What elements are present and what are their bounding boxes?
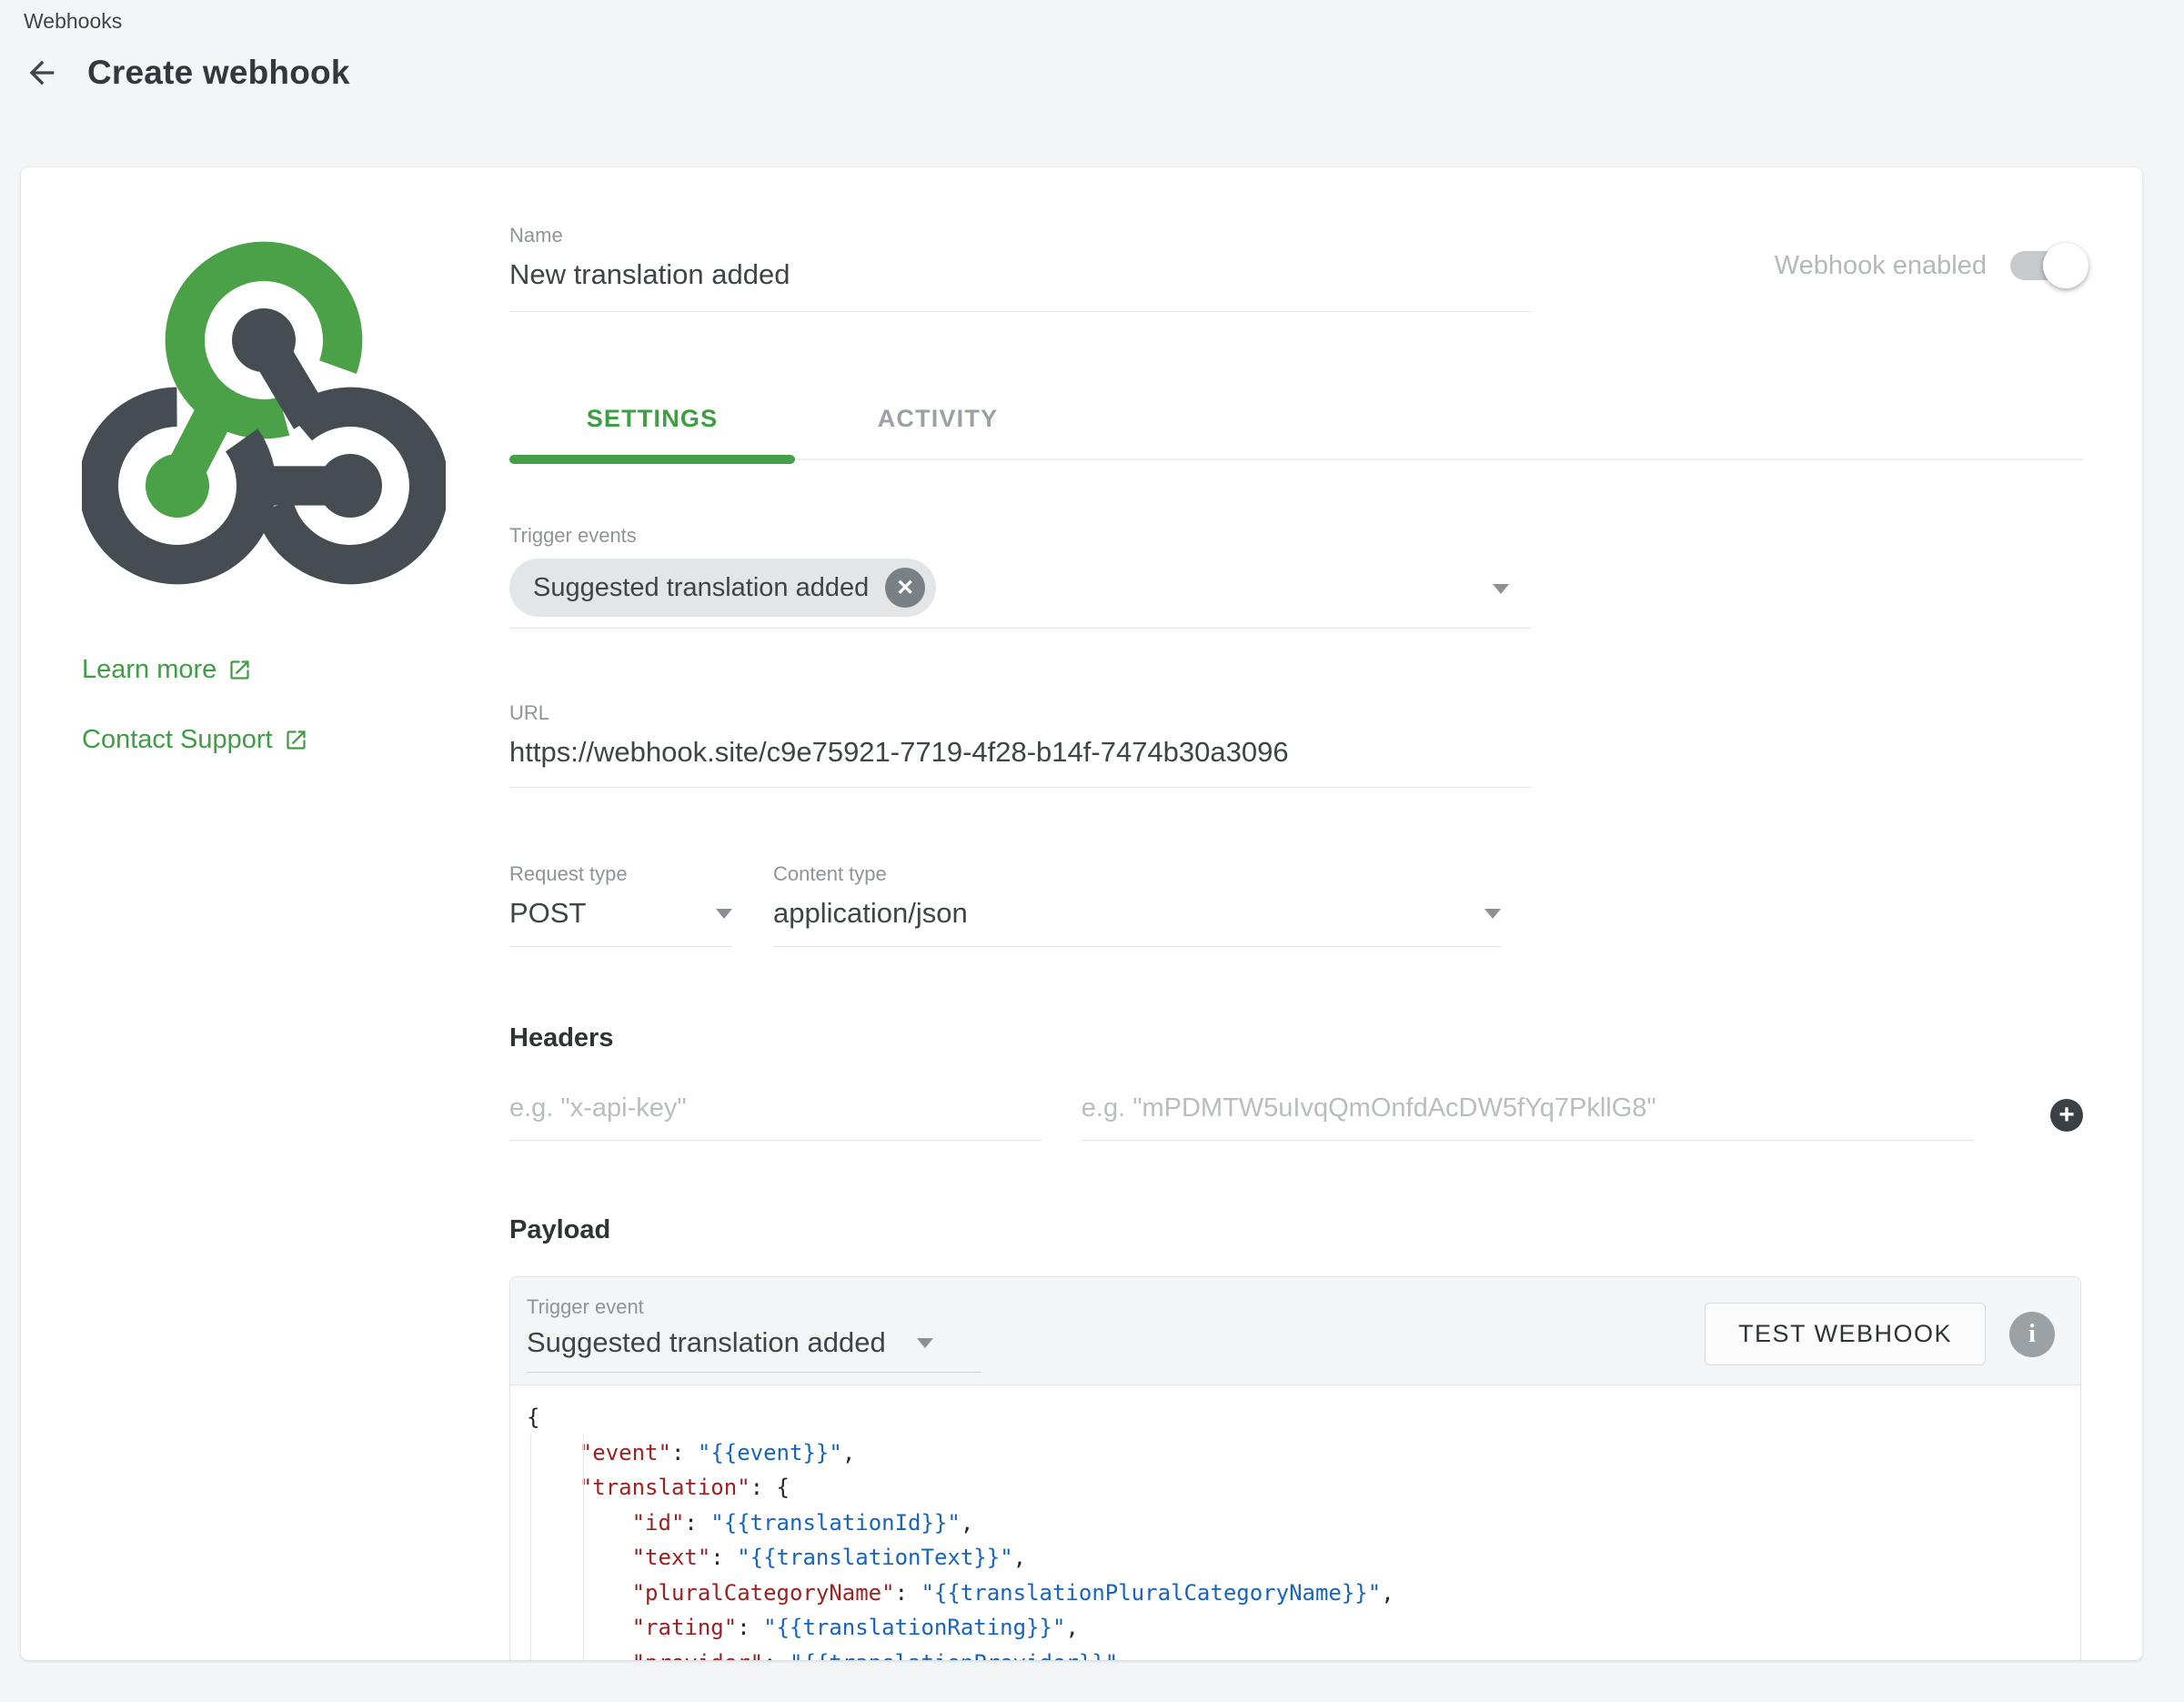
webhook-enabled-toggle[interactable]	[2010, 249, 2083, 282]
page-title: Create webhook	[87, 54, 350, 92]
payload-trigger-event-select[interactable]: Trigger event Suggested translation adde…	[527, 1295, 981, 1373]
url-label: URL	[509, 701, 1531, 725]
side-links: Learn more Contact Support	[82, 655, 457, 755]
indent-guide	[583, 1435, 584, 1660]
payload-section: Payload Trigger event Suggested translat…	[509, 1215, 2083, 1660]
header-key-input[interactable]	[509, 1093, 1042, 1141]
contact-support-label: Contact Support	[82, 725, 273, 755]
code-line: "event": "{{event}}",	[527, 1435, 2080, 1471]
back-button[interactable]	[22, 53, 62, 93]
name-input[interactable]	[509, 258, 1531, 312]
learn-more-link[interactable]: Learn more	[82, 655, 457, 685]
title-row: Create webhook	[22, 53, 350, 93]
webhook-logo	[82, 231, 446, 595]
code-line: "translation": {	[527, 1470, 2080, 1506]
code-line: {	[527, 1400, 2080, 1435]
chevron-down-icon	[1485, 909, 1501, 919]
url-input[interactable]	[509, 736, 1531, 788]
test-webhook-button[interactable]: TEST WEBHOOK	[1705, 1303, 1986, 1365]
webhook-enabled-label: Webhook enabled	[1775, 251, 1987, 281]
payload-trigger-event-value: Suggested translation added	[527, 1326, 886, 1359]
url-field: URL	[509, 701, 1531, 788]
trigger-events-select[interactable]: Suggested translation added ✕	[509, 559, 1531, 629]
create-webhook-card: Learn more Contact Support Name Webhook …	[21, 167, 2142, 1660]
name-label: Name	[509, 224, 1531, 247]
request-type-select[interactable]: Request type POST	[509, 862, 732, 947]
trigger-event-chip: Suggested translation added ✕	[509, 559, 936, 617]
left-column: Learn more Contact Support	[82, 231, 457, 755]
content-type-select[interactable]: Content type application/json	[773, 862, 1501, 947]
external-link-icon	[284, 728, 308, 752]
code-line: "rating": "{{translationRating}}",	[527, 1610, 2080, 1646]
toggle-thumb	[2043, 243, 2088, 288]
request-type-label: Request type	[509, 862, 732, 886]
payload-actions: TEST WEBHOOK i	[1705, 1303, 2055, 1365]
headers-section: Headers +	[509, 1023, 2083, 1141]
chip-remove-icon[interactable]: ✕	[885, 568, 925, 608]
chip-label: Suggested translation added	[533, 573, 869, 603]
tab-settings[interactable]: SETTINGS	[509, 405, 795, 458]
indent-guide	[530, 1435, 531, 1660]
payload-trigger-event-label: Trigger event	[527, 1295, 981, 1319]
trigger-events-label: Trigger events	[509, 524, 1531, 548]
code-line: "text": "{{translationText}}",	[527, 1540, 2080, 1576]
code-line: "provider": "{{translationProvider}}",	[527, 1646, 2080, 1661]
webhook-enabled-group: Webhook enabled	[1775, 249, 2083, 282]
code-line: "pluralCategoryName": "{{translationPlur…	[527, 1576, 2080, 1611]
breadcrumb[interactable]: Webhooks	[24, 9, 122, 34]
add-header-button[interactable]: +	[2050, 1099, 2083, 1132]
name-field: Name	[509, 224, 1531, 312]
tab-bar: SETTINGS ACTIVITY	[509, 405, 2083, 460]
back-arrow-icon	[24, 55, 60, 91]
payload-code[interactable]: { "event": "{{event}}", "translation": {…	[510, 1385, 2080, 1660]
trigger-events-field: Trigger events Suggested translation add…	[509, 524, 1531, 629]
name-row: Name Webhook enabled	[509, 224, 2083, 312]
headers-row: +	[509, 1093, 2083, 1141]
payload-header: Trigger event Suggested translation adde…	[510, 1277, 2080, 1385]
type-row: Request type POST Content type applicati…	[509, 862, 2083, 947]
code-line: "id": "{{translationId}}",	[527, 1506, 2080, 1541]
payload-heading: Payload	[509, 1215, 2083, 1245]
content-type-value: application/json	[773, 897, 968, 930]
chevron-down-icon	[1493, 584, 1509, 594]
request-type-value: POST	[509, 897, 586, 930]
tab-activity[interactable]: ACTIVITY	[795, 405, 1081, 458]
contact-support-link[interactable]: Contact Support	[82, 725, 457, 755]
learn-more-label: Learn more	[82, 655, 216, 685]
chevron-down-icon	[716, 909, 732, 919]
chevron-down-icon	[917, 1338, 933, 1348]
form-column: Name Webhook enabled SETTINGS ACTIVITY T…	[509, 167, 2083, 1660]
info-icon[interactable]: i	[2009, 1312, 2055, 1357]
payload-box: Trigger event Suggested translation adde…	[509, 1276, 2081, 1660]
headers-heading: Headers	[509, 1023, 2083, 1053]
external-link-icon	[227, 658, 252, 682]
content-type-label: Content type	[773, 862, 1501, 886]
header-value-input[interactable]	[1082, 1093, 1974, 1141]
